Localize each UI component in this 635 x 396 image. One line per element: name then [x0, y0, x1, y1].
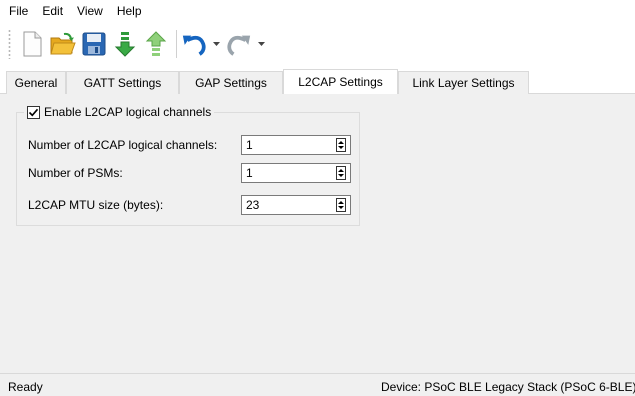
psms-spin-buttons[interactable] — [336, 166, 346, 180]
enable-l2cap-checkbox-row[interactable]: Enable L2CAP logical channels — [24, 104, 215, 120]
toolbar-grip[interactable] — [8, 29, 11, 59]
open-button[interactable] — [50, 29, 76, 59]
mtu-size-spin-buttons[interactable] — [336, 198, 346, 212]
tab-link-layer-settings[interactable]: Link Layer Settings — [398, 71, 529, 94]
channels-value[interactable]: 1 — [242, 138, 336, 152]
export-icon — [145, 31, 167, 56]
mtu-size-value[interactable]: 23 — [242, 198, 336, 212]
spin-down-icon[interactable] — [338, 174, 344, 177]
import-icon — [114, 32, 136, 57]
chevron-down-icon — [257, 42, 265, 46]
toolbar — [0, 24, 635, 64]
spin-up-icon[interactable] — [338, 141, 344, 144]
tab-general[interactable]: General — [6, 71, 66, 94]
menu-bar: File Edit View Help — [0, 0, 635, 24]
psms-value[interactable]: 1 — [242, 166, 336, 180]
mtu-size-spinbox[interactable]: 23 — [241, 195, 351, 215]
menu-help[interactable]: Help — [110, 0, 149, 24]
status-ready: Ready — [8, 380, 43, 394]
enable-l2cap-label: Enable L2CAP logical channels — [44, 105, 212, 119]
save-icon — [82, 32, 106, 56]
menu-edit[interactable]: Edit — [35, 0, 70, 24]
tab-gap-settings[interactable]: GAP Settings — [179, 71, 283, 94]
channels-spinbox[interactable]: 1 — [241, 135, 351, 155]
spin-up-icon[interactable] — [338, 201, 344, 204]
menu-file[interactable]: File — [2, 0, 35, 24]
enable-l2cap-checkbox[interactable] — [27, 105, 40, 119]
channels-label: Number of L2CAP logical channels: — [28, 138, 218, 152]
tab-l2cap-settings[interactable]: L2CAP Settings — [283, 69, 398, 95]
redo-button[interactable] — [226, 29, 252, 59]
psms-label: Number of PSMs: — [28, 166, 123, 180]
psms-spinbox[interactable]: 1 — [241, 163, 351, 183]
save-button[interactable] — [81, 29, 107, 59]
undo-icon — [182, 35, 206, 56]
redo-icon — [227, 35, 251, 56]
export-button[interactable] — [143, 29, 169, 59]
tab-gatt-settings[interactable]: GATT Settings — [66, 71, 179, 94]
status-device: Device: PSoC BLE Legacy Stack (PSoC 6-BL… — [381, 380, 635, 394]
settings-tabs: General GATT Settings GAP Settings L2CAP… — [0, 69, 635, 95]
import-button[interactable] — [112, 29, 138, 59]
status-bar: Ready Device: PSoC BLE Legacy Stack (PSo… — [0, 373, 635, 396]
redo-dropdown[interactable] — [257, 29, 265, 59]
checkmark-icon — [28, 108, 39, 116]
undo-button[interactable] — [181, 29, 207, 59]
toolbar-separator — [176, 30, 177, 58]
spin-up-icon[interactable] — [338, 169, 344, 172]
l2cap-settings-panel: Enable L2CAP logical channels Number of … — [0, 94, 635, 373]
spin-down-icon[interactable] — [338, 206, 344, 209]
mtu-size-label: L2CAP MTU size (bytes): — [28, 198, 164, 212]
spin-down-icon[interactable] — [338, 146, 344, 149]
menu-view[interactable]: View — [70, 0, 110, 24]
chevron-down-icon — [212, 42, 220, 46]
open-folder-icon — [50, 32, 76, 55]
new-file-icon — [23, 31, 42, 57]
channels-spin-buttons[interactable] — [336, 138, 346, 152]
undo-dropdown[interactable] — [212, 29, 220, 59]
new-file-button[interactable] — [19, 29, 45, 59]
